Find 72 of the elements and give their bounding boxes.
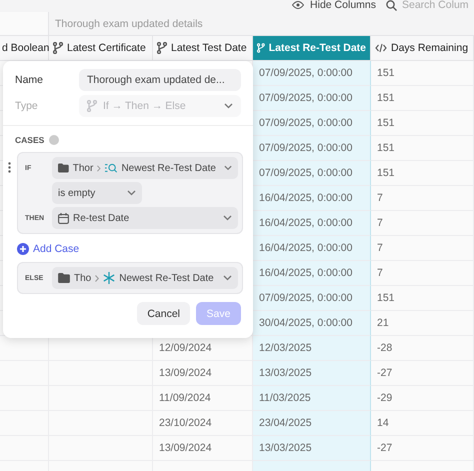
- table-cell: 07/09/2025, 0:00:00: [253, 61, 371, 86]
- table-cell: -27: [371, 436, 474, 461]
- table-cell: 07/09/2025, 0:00:00: [253, 86, 371, 111]
- table-cell: 151: [371, 136, 474, 161]
- table-cell: 30/04/2025, 0:00:00: [253, 311, 371, 336]
- table-cell: 7: [371, 186, 474, 211]
- folder-icon: [58, 273, 70, 283]
- drag-handle-icon[interactable]: [8, 162, 11, 173]
- branch-icon: [157, 42, 167, 54]
- table-cell: 151: [371, 286, 474, 311]
- chevron-icon: [224, 165, 232, 171]
- name-label: Name: [15, 74, 44, 86]
- table-cell: 11/03/2025: [253, 386, 371, 411]
- table-cell: 07/09/2025, 0:00:00: [253, 161, 371, 186]
- chevron-icon: [127, 190, 136, 196]
- asterisk-icon: [103, 272, 116, 284]
- chevron-right-icon: [97, 164, 101, 172]
- lookup-icon: [104, 162, 118, 174]
- table-cell: 23/04/2025: [253, 411, 371, 436]
- table-cell: 16/04/2025, 0:00:00: [253, 236, 371, 261]
- cases-label: CASES: [15, 135, 44, 145]
- table-cell: 12/03/2025: [253, 336, 371, 361]
- table-cell: 7: [371, 236, 474, 261]
- table-cell: 151: [371, 86, 474, 111]
- code-icon: [375, 43, 387, 53]
- value-select[interactable]: Re-test Date: [52, 207, 238, 229]
- info-icon: [49, 135, 60, 145]
- table-cell: 7: [371, 261, 474, 286]
- chevron-icon: [223, 275, 232, 281]
- eye-icon: [292, 0, 304, 8]
- table-cell: -27: [371, 361, 474, 386]
- type-label: Type: [15, 100, 39, 112]
- table-cell: 07/09/2025, 0:00:00: [253, 111, 371, 136]
- search-icon: [386, 0, 397, 10]
- column-header[interactable]: Latest Test Date: [153, 36, 253, 61]
- table-cell: 7: [371, 211, 474, 236]
- search-field[interactable]: Search Colum: [402, 0, 474, 11]
- cancel-button[interactable]: Cancel: [137, 302, 190, 325]
- field-select[interactable]: Tho Newest Re-Test Date: [52, 267, 238, 289]
- hide-columns-button[interactable]: Hide Columns: [292, 0, 376, 11]
- table-cell: 13/03/2025: [253, 361, 371, 386]
- table-cell: 16/04/2025, 0:00:00: [253, 211, 371, 236]
- field-select[interactable]: Thor Newest Re-Test Date: [52, 157, 238, 179]
- column-header[interactable]: Days Remaining: [371, 36, 474, 61]
- table-cell: 21: [371, 311, 474, 336]
- table-cell: -29: [371, 386, 474, 411]
- table-cell: 151: [371, 111, 474, 136]
- table-cell: 14: [371, 411, 474, 436]
- table-cell: 16/04/2025, 0:00:00: [253, 186, 371, 211]
- chevron-right-icon: [95, 274, 100, 282]
- plus-icon: [17, 243, 29, 255]
- branch-icon: [87, 100, 97, 112]
- column-group-header: Thorough exam updated details: [49, 12, 474, 36]
- chevron-icon: [224, 103, 233, 109]
- table-cell: 07/09/2025, 0:00:00: [253, 286, 371, 311]
- table-cell: -28: [371, 336, 474, 361]
- column-header[interactable]: Latest Re-Test Date: [253, 36, 371, 61]
- calendar-icon: [58, 212, 69, 224]
- branch-icon: [257, 42, 265, 54]
- branch-icon: [53, 42, 63, 54]
- add-case-button[interactable]: Add Case: [17, 243, 80, 255]
- name-field[interactable]: Thorough exam updated de...: [79, 69, 241, 91]
- table-cell: 151: [371, 61, 474, 86]
- table-cell: 151: [371, 161, 474, 186]
- table-cell: 16/04/2025, 0:00:00: [253, 261, 371, 286]
- table-cell: 13/03/2025: [253, 436, 371, 461]
- chevron-icon: [223, 215, 232, 221]
- operator-select[interactable]: is empty: [52, 182, 142, 204]
- folder-icon: [58, 163, 69, 173]
- column-header[interactable]: d Boolean: [0, 36, 49, 61]
- table-cell: 07/09/2025, 0:00:00: [253, 136, 371, 161]
- column-header[interactable]: Latest Certificate: [49, 36, 153, 61]
